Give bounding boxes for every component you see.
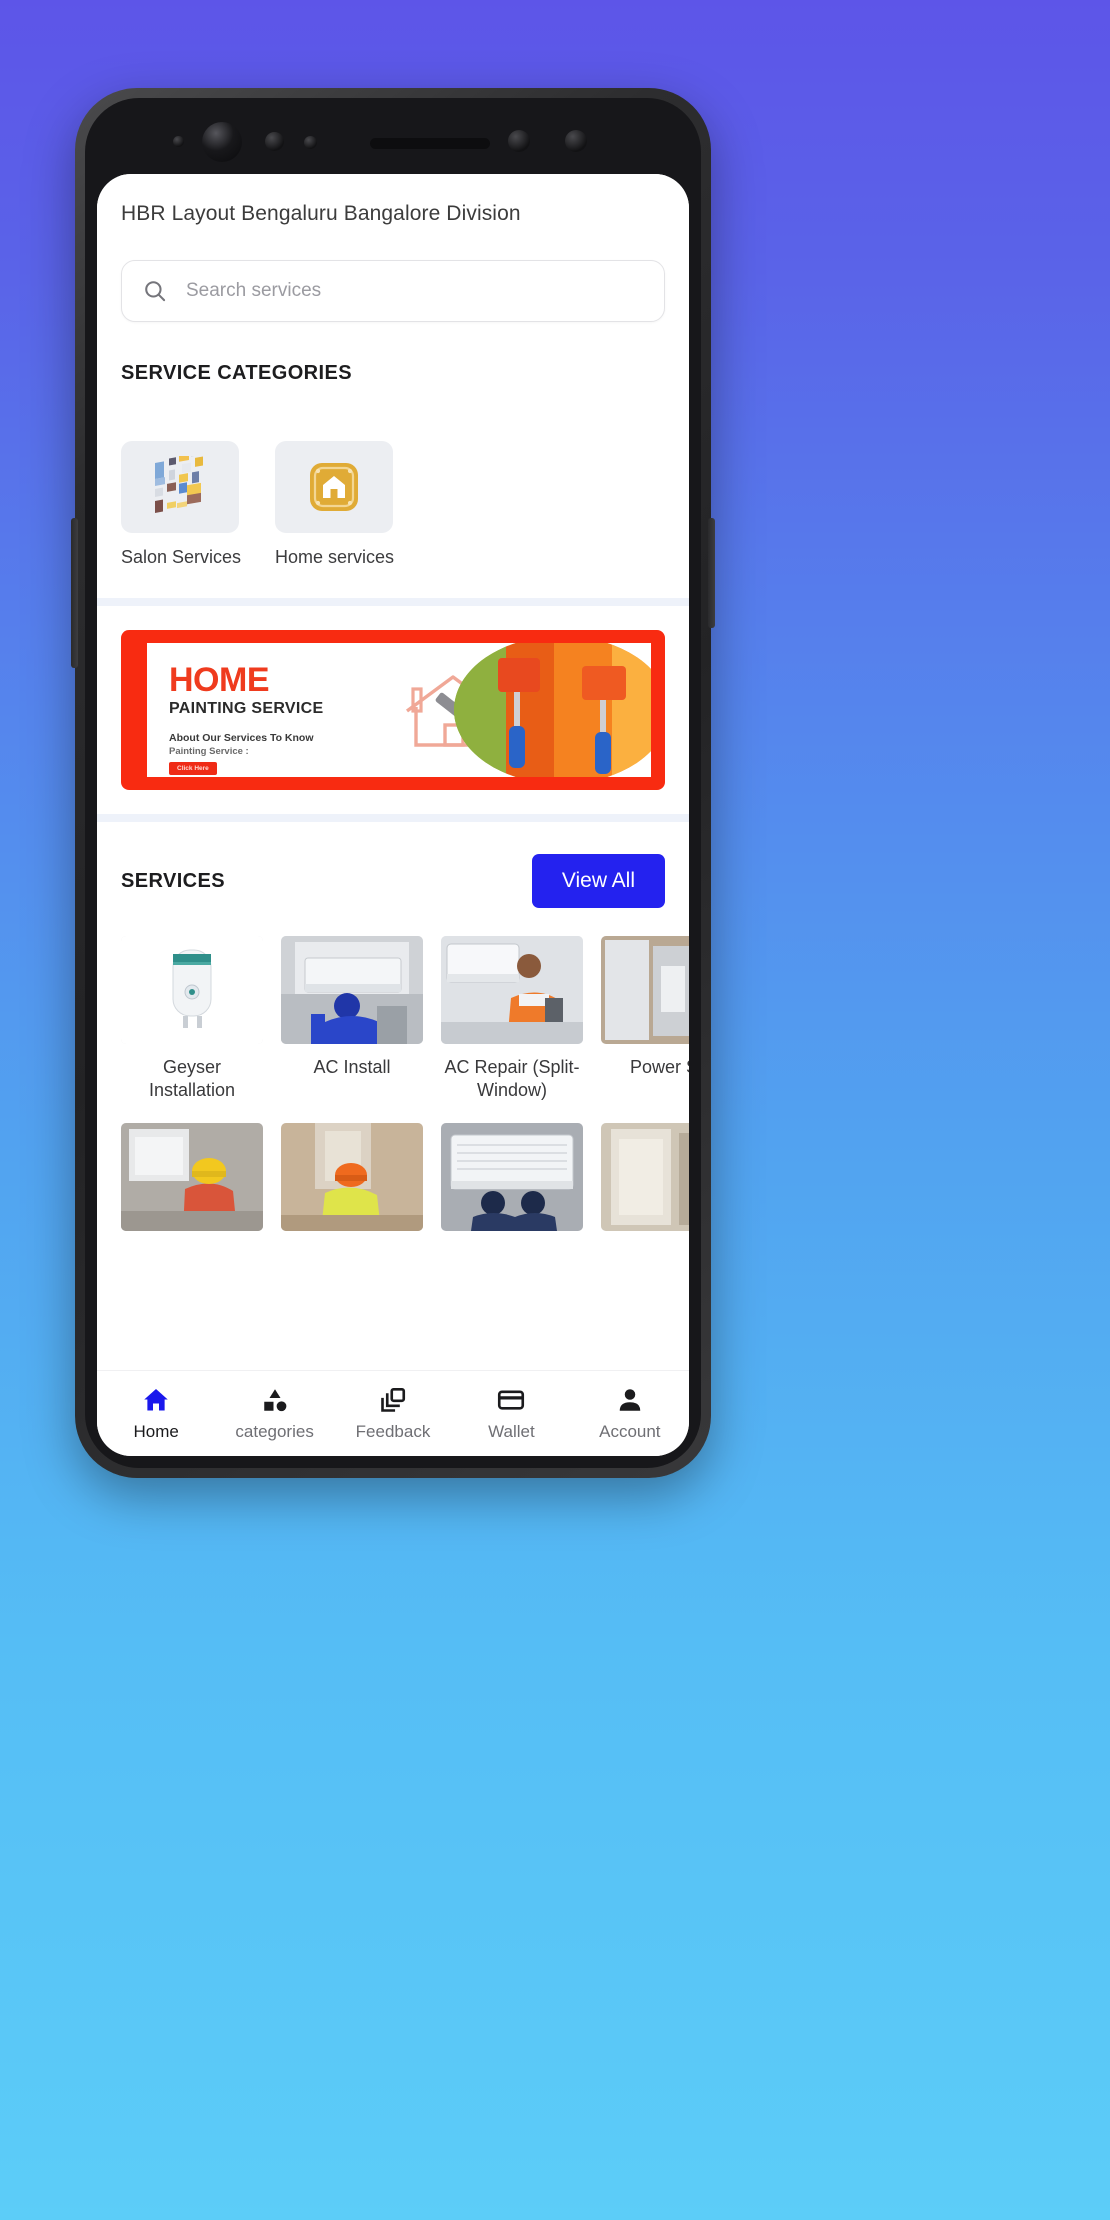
spacer: [121, 576, 665, 598]
phone-device-frame: HBR Layout Bengaluru Bangalore Division …: [71, 88, 715, 1478]
banner-subtitle: PAINTING SERVICE: [169, 700, 324, 717]
services-header-row: SERVICES View All: [97, 822, 689, 908]
app-header-area: HBR Layout Bengaluru Bangalore Division …: [97, 174, 689, 598]
sensor-dot-icon: [265, 132, 284, 151]
service-image: [441, 1123, 583, 1231]
service-categories-title: SERVICE CATEGORIES: [121, 362, 352, 384]
service-image: [281, 1123, 423, 1231]
service-name: Geyser Installation: [148, 1057, 236, 1100]
nav-item-feedback[interactable]: Feedback: [334, 1385, 452, 1442]
services-section: SERVICES View All Geyser Installation AC…: [97, 822, 689, 1231]
wallet-card-icon: [496, 1385, 526, 1415]
banner-line-2: Painting Service :: [169, 746, 249, 757]
service-card[interactable]: Power Ser: [601, 936, 689, 1101]
banner-cta-button[interactable]: Click Here: [169, 762, 217, 775]
category-tile: [121, 441, 239, 533]
appliance-repair-photo: [601, 1123, 689, 1231]
banner-photo: [446, 643, 651, 777]
salon-isometric-illustration-icon: [155, 456, 203, 513]
power-service-photo: [601, 936, 689, 1044]
service-image: [121, 1123, 263, 1231]
category-item-salon[interactable]: Salon Services: [121, 441, 242, 568]
service-categories-list: Salon Services Home services: [121, 385, 665, 576]
page-title: HBR Layout Bengaluru Bangalore Division: [121, 202, 521, 225]
home-painting-banner[interactable]: HOME PAINTING SERVICE About Our Services…: [121, 630, 665, 790]
proximity-sensor-icon: [173, 136, 184, 147]
service-name: AC Install: [313, 1057, 391, 1077]
service-image: [281, 936, 423, 1044]
services-grid-row-1: Geyser Installation AC Install AC Repair…: [97, 908, 689, 1101]
nav-label: Feedback: [355, 1422, 431, 1441]
section-divider: [97, 598, 689, 606]
layers-feedback-icon: [378, 1385, 408, 1415]
search-box[interactable]: [121, 260, 665, 322]
phone-sensor-bar: [75, 110, 711, 174]
service-image: [121, 936, 263, 1044]
phone-screen: HBR Layout Bengaluru Bangalore Division …: [97, 174, 689, 1456]
banner-text-block: HOME PAINTING SERVICE About Our Services…: [169, 663, 323, 775]
plumber-orange-helmet-photo: [281, 1123, 423, 1231]
nav-item-categories[interactable]: categories: [215, 1385, 333, 1442]
service-card[interactable]: [601, 1123, 689, 1231]
service-card[interactable]: AC Repair (Split-Window): [441, 936, 583, 1101]
search-bar-wrapper: [121, 226, 665, 322]
service-image: [601, 1123, 689, 1231]
sensor-dot-icon: [304, 136, 317, 149]
promo-banner-section: HOME PAINTING SERVICE About Our Services…: [97, 606, 689, 814]
person-account-icon: [615, 1385, 645, 1415]
nav-label: Account: [599, 1422, 661, 1441]
paint-rollers-photo: [454, 643, 651, 777]
search-icon: [145, 281, 166, 302]
sensor-dot-icon: [565, 130, 587, 152]
electrician-yellow-helmet-photo: [121, 1123, 263, 1231]
banner-inner: HOME PAINTING SERVICE About Our Services…: [147, 643, 651, 777]
power-button[interactable]: [708, 518, 715, 628]
service-card[interactable]: Geyser Installation: [121, 936, 263, 1101]
service-image: [601, 936, 689, 1044]
volume-button[interactable]: [71, 518, 78, 668]
service-name: Power Ser: [629, 1057, 689, 1077]
home-services-amber-icon: [310, 463, 358, 511]
service-name: AC Repair (Split-Window): [444, 1057, 580, 1100]
sensor-dot-icon: [508, 130, 530, 152]
service-card[interactable]: [441, 1123, 583, 1231]
category-label: Home services: [275, 547, 395, 567]
section-divider: [97, 814, 689, 822]
category-item-home-services[interactable]: Home services: [275, 441, 395, 568]
category-label: Salon Services: [121, 547, 242, 567]
ac-repair-technician-photo: [441, 936, 583, 1044]
ac-servicing-two-technicians-photo: [441, 1123, 583, 1231]
bottom-navigation-bar: Home categories Feedback Wallet Account: [97, 1370, 689, 1456]
nav-label: categories: [235, 1422, 314, 1441]
front-camera-icon: [202, 122, 242, 162]
category-shapes-icon: [260, 1385, 290, 1415]
home-icon: [141, 1385, 171, 1415]
search-input[interactable]: [186, 280, 644, 302]
earpiece-speaker: [370, 138, 490, 149]
service-card[interactable]: [281, 1123, 423, 1231]
banner-title: HOME: [169, 661, 270, 699]
banner-line-1: About Our Services To Know: [169, 732, 314, 744]
service-card[interactable]: [121, 1123, 263, 1231]
services-grid-row-2: [97, 1101, 689, 1231]
ac-installation-technician-photo: [281, 936, 423, 1044]
nav-item-home[interactable]: Home: [97, 1385, 215, 1442]
nav-item-account[interactable]: Account: [571, 1385, 689, 1442]
view-all-button[interactable]: View All: [531, 854, 665, 908]
service-image: [441, 936, 583, 1044]
nav-label: Home: [133, 1422, 179, 1441]
nav-label: Wallet: [488, 1422, 535, 1441]
service-card[interactable]: AC Install: [281, 936, 423, 1101]
nav-item-wallet[interactable]: Wallet: [452, 1385, 570, 1442]
geyser-water-heater-photo: [121, 936, 263, 1044]
category-tile: [275, 441, 393, 533]
services-title: SERVICES: [121, 869, 225, 892]
